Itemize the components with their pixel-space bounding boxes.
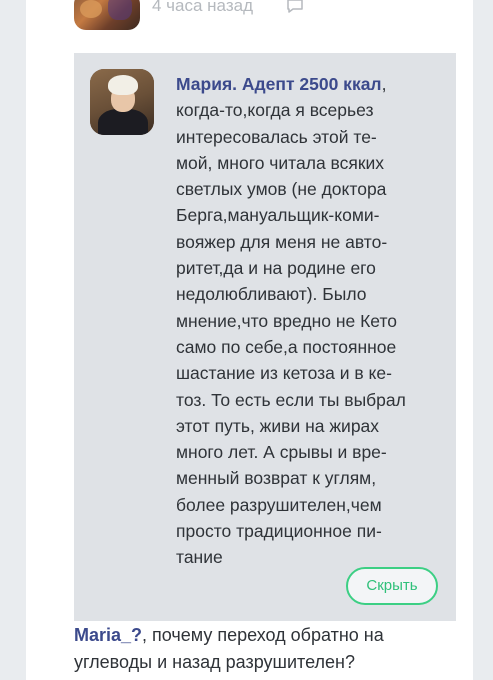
comment-line: просто традиционное пи- [176, 521, 382, 542]
comment-line: недолюбливают). Было [176, 284, 367, 305]
comment-line: шастание из кетоза и в ке- [176, 363, 392, 384]
comment-line: интересовалась этой те- [176, 126, 377, 147]
comment-line: более разрушителен,чем [176, 494, 382, 515]
followup-comment-text: Maria_?, почему переход обратно на углев… [74, 622, 454, 676]
hide-button[interactable]: Скрыть [346, 567, 438, 605]
comments-page: 4 часа назад Мария. Адепт 2500 ккал, ког… [26, 0, 473, 680]
followup-line: , почему переход обратно на [142, 625, 384, 645]
comment-line: мой, много читала всяких [176, 152, 385, 173]
comment-line: этот путь, живи на жирах [176, 415, 380, 436]
comment-line: когда-то,когда я всерьез [176, 100, 374, 121]
comment-line: ритет,да и на родине его [176, 258, 376, 279]
comment-line: менный возврат к углям, [176, 468, 377, 489]
comment-line: мнение,что вредно не Кето [176, 310, 397, 331]
reply-comment-text: Мария. Адепт 2500 ккал, когда-то,когда я… [176, 71, 446, 571]
followup-line: углеводы и назад разрушителен? [74, 652, 355, 672]
previous-comment-meta: 4 часа назад [74, 0, 454, 32]
comment-line: много лет. А срывы и вре- [176, 442, 387, 463]
speech-bubble-icon[interactable] [286, 0, 304, 14]
comment-line: само по себе,а постоянное [176, 336, 397, 357]
reply-card: Мария. Адепт 2500 ккал, когда-то,когда я… [74, 53, 456, 621]
comment-timestamp: 4 часа назад [152, 0, 253, 15]
previous-commenter-avatar[interactable] [74, 0, 140, 30]
avatar[interactable] [90, 69, 154, 135]
reply-author[interactable]: Мария. Адепт 2500 ккал [176, 74, 382, 94]
comment-line: вояжер для меня не авто- [176, 231, 388, 252]
comment-line: светлых умов (не доктора [176, 179, 387, 200]
mention-link[interactable]: Maria_? [74, 625, 142, 645]
comment-line: тание [176, 547, 223, 568]
comment-line: тоз. То есть если ты выбрал [176, 389, 406, 410]
comment-line: Берга,мануальщик-коми- [176, 205, 380, 226]
author-suffix: , [381, 74, 387, 94]
